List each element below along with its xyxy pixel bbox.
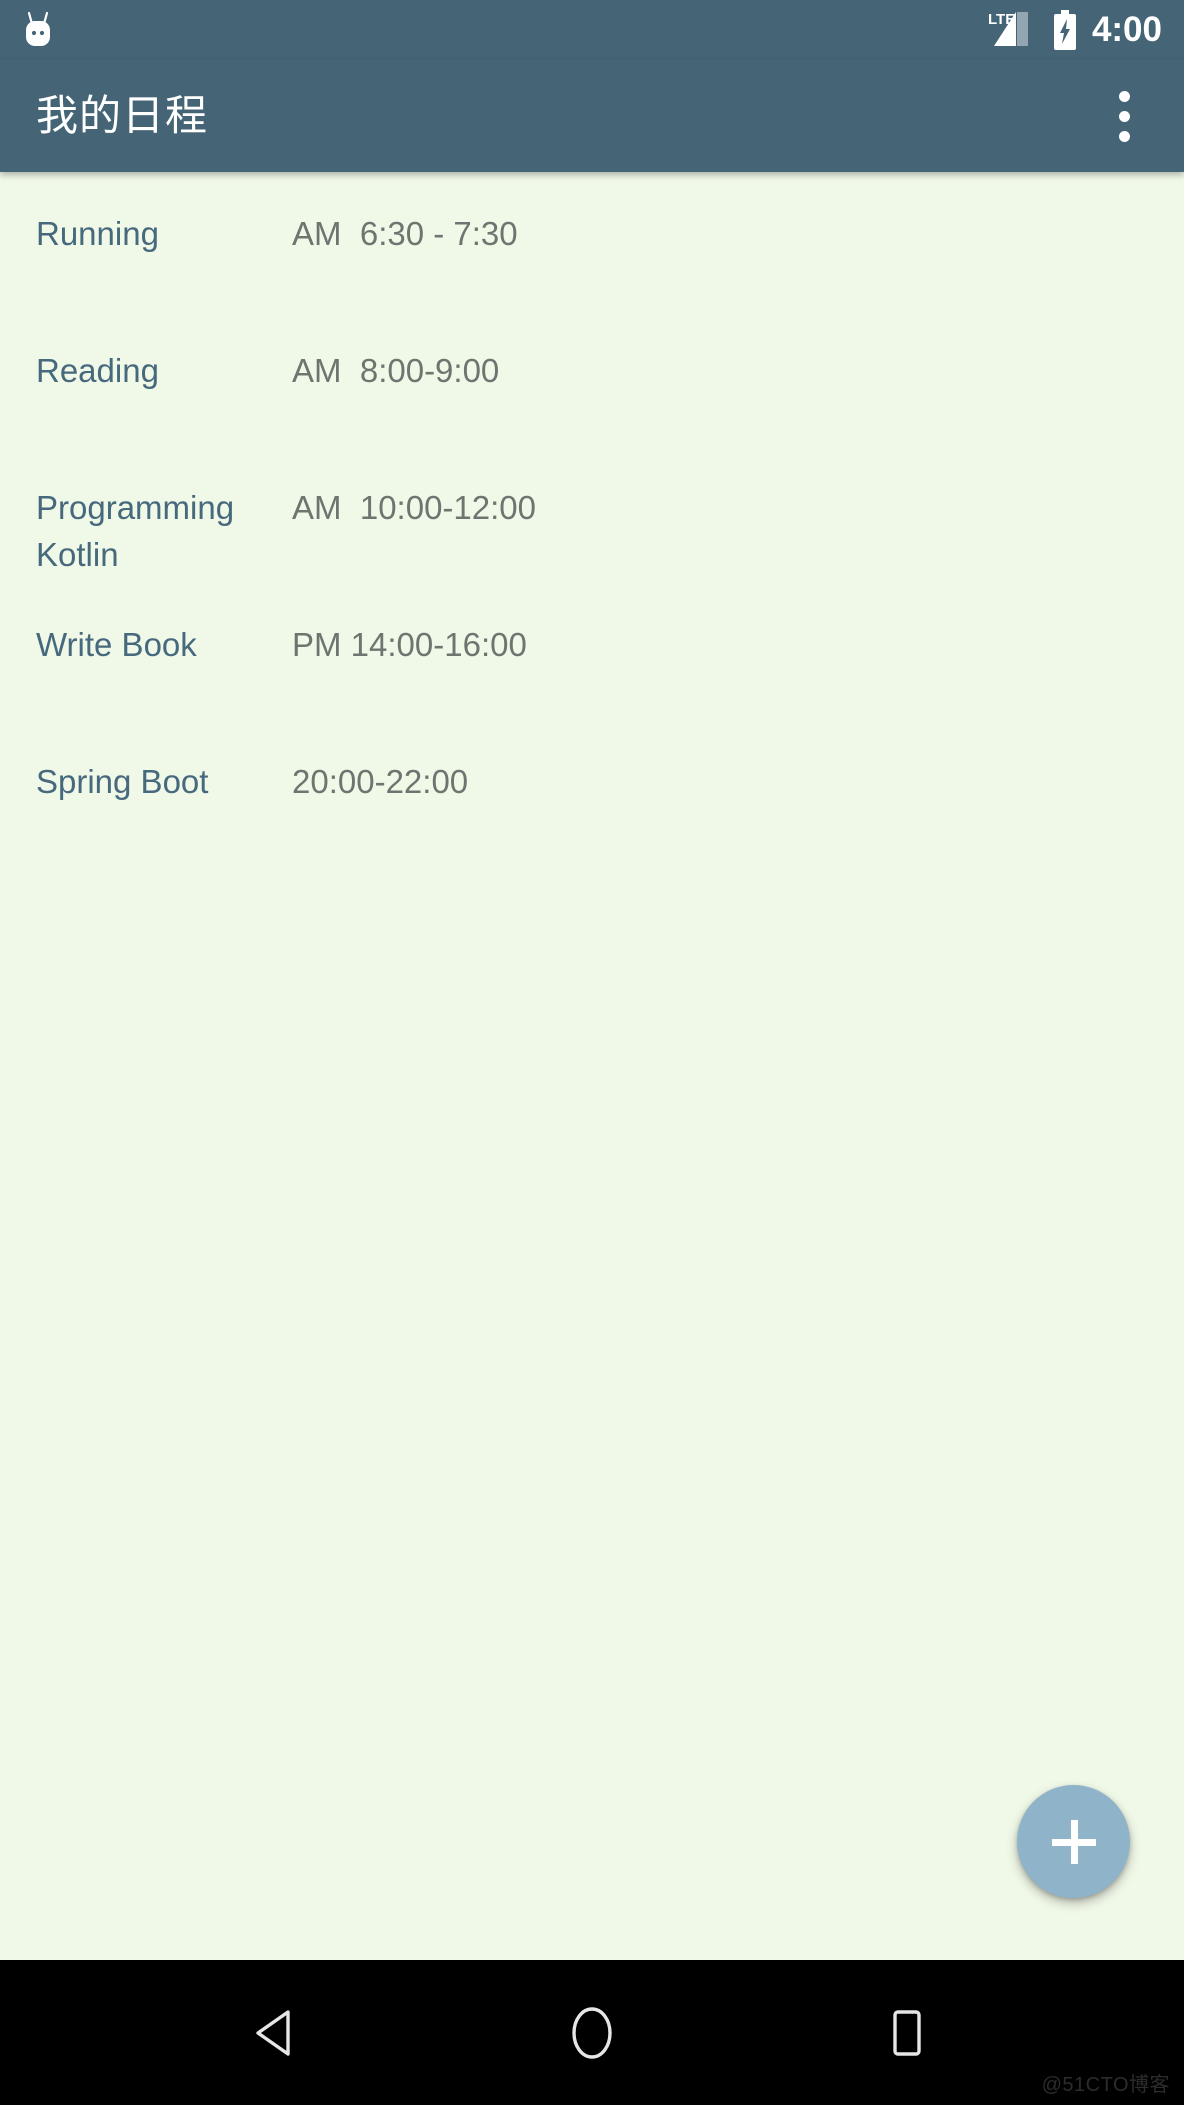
table-row[interactable]: Programming Kotlin AM 10:00-12:00	[0, 468, 1184, 605]
overflow-dot	[1118, 130, 1130, 142]
table-row[interactable]: Running AM 6:30 - 7:30	[0, 194, 1184, 331]
home-circle-icon[interactable]	[537, 1978, 647, 2088]
schedule-list[interactable]: Running AM 6:30 - 7:30 Reading AM 8:00-9…	[0, 172, 1184, 879]
add-schedule-fab[interactable]	[1017, 1785, 1130, 1898]
schedule-time: AM 10:00-12:00	[292, 489, 536, 526]
schedule-time: 20:00-22:00	[292, 763, 469, 800]
schedule-title: Programming Kotlin	[36, 489, 235, 573]
watermark: @51CTO博客	[1041, 2074, 1170, 2096]
table-row[interactable]: Write Book PM 14:00-16:00	[0, 605, 1184, 742]
signal-bars-icon: LTE	[988, 8, 1038, 52]
content-area: Running AM 6:30 - 7:30 Reading AM 8:00-9…	[0, 172, 1184, 1960]
back-triangle-icon[interactable]	[222, 1978, 332, 2088]
app-bar: 我的日程	[0, 60, 1184, 172]
schedule-title: Running	[36, 215, 159, 252]
schedule-title: Write Book	[36, 626, 197, 663]
android-marshmallow-icon	[18, 8, 58, 52]
schedule-title: Spring Boot	[36, 763, 209, 800]
battery-charging-icon	[1052, 10, 1078, 50]
status-bar-clock: 4:00	[1091, 9, 1162, 49]
schedule-title: Reading	[36, 352, 159, 389]
plus-icon	[1051, 1819, 1096, 1864]
table-row[interactable]: Reading AM 8:00-9:00	[0, 331, 1184, 468]
phone-screen: LTE 4:00 我的日程 Running AM 6:30 - 7:30 Rea…	[0, 0, 1184, 2105]
page-title: 我的日程	[36, 92, 209, 139]
status-bar-left	[18, 8, 58, 52]
system-navigation-bar: @51CTO博客	[0, 1960, 1184, 2105]
overflow-dot	[1118, 110, 1130, 122]
more-vertical-icon[interactable]	[1096, 76, 1152, 156]
schedule-time: AM 8:00-9:00	[292, 352, 500, 389]
table-row[interactable]: Spring Boot 20:00-22:00	[0, 742, 1184, 879]
schedule-time: PM 14:00-16:00	[292, 626, 527, 663]
overflow-dot	[1118, 90, 1130, 102]
status-bar-right: LTE 4:00	[988, 8, 1162, 52]
status-bar: LTE 4:00	[0, 0, 1184, 60]
schedule-time: AM 6:30 - 7:30	[292, 215, 518, 252]
recents-square-icon[interactable]	[852, 1978, 962, 2088]
